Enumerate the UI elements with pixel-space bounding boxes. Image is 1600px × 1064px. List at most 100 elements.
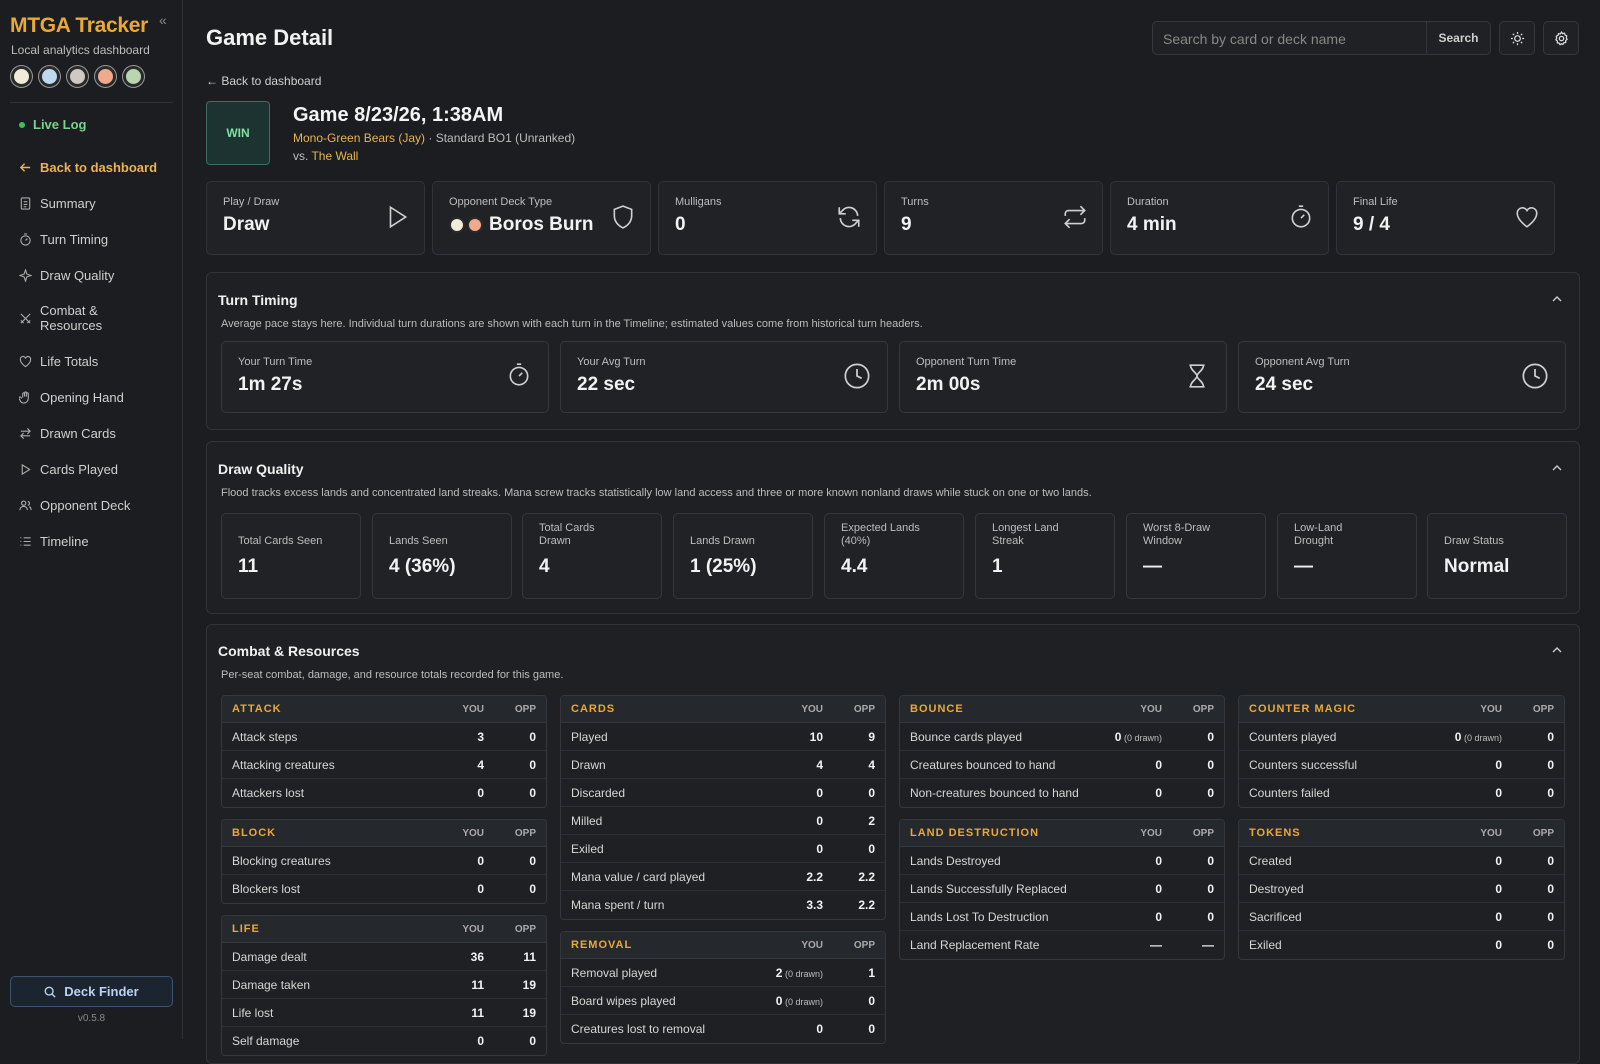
opponent-name-link[interactable]: The Wall bbox=[311, 149, 358, 163]
play-icon bbox=[389, 205, 408, 229]
game-format: · Standard BO1 (Unranked) bbox=[425, 131, 576, 145]
row-label: Sacrificed bbox=[1249, 909, 1302, 924]
table-row: Lands Destroyed 0 0 bbox=[900, 847, 1224, 875]
search-button[interactable]: Search bbox=[1426, 22, 1490, 54]
draw-value: 11 bbox=[238, 556, 259, 577]
clock-icon bbox=[844, 363, 870, 389]
table-title: CARDS bbox=[571, 703, 616, 715]
you-value: 0 bbox=[771, 842, 823, 856]
repeat-icon bbox=[1064, 205, 1086, 229]
draw-label: Low-Land Drought bbox=[1294, 522, 1343, 547]
table-row: Damage taken 11 19 bbox=[222, 971, 546, 999]
sidebar-item-combat[interactable]: Combat & Resources bbox=[19, 303, 179, 333]
collapse-sidebar-button[interactable]: « bbox=[159, 12, 167, 28]
draw-value: 1 (25%) bbox=[690, 556, 757, 577]
drawn-note: (0 drawn) bbox=[1461, 732, 1502, 743]
opp-column-header: OPP bbox=[514, 923, 536, 935]
opp-value: 0 bbox=[1547, 881, 1554, 896]
draw-label: Total Cards Drawn bbox=[539, 522, 595, 547]
live-log-link[interactable]: Live Log bbox=[19, 117, 86, 132]
stat-value: Draw bbox=[223, 214, 270, 235]
search-bar: Search by card or deck name Search bbox=[1152, 21, 1491, 55]
stopwatch-icon bbox=[509, 363, 529, 386]
combat-description: Per-seat combat, damage, and resource to… bbox=[221, 669, 564, 681]
draw-value: — bbox=[1294, 556, 1313, 577]
turn-timing-panel: Turn Timing Average pace stays here. Ind… bbox=[206, 272, 1580, 430]
table-row: Non-creatures bounced to hand 0 0 bbox=[900, 779, 1224, 807]
red-mana-icon bbox=[95, 66, 116, 87]
you-value: 0 bbox=[1450, 882, 1502, 896]
opp-value: 0 bbox=[529, 882, 536, 896]
opp-value: 0 bbox=[868, 785, 875, 800]
sidebar-item-label: Back to dashboard bbox=[40, 160, 158, 175]
you-column-header: YOU bbox=[801, 703, 823, 715]
sidebar-item-cards-played[interactable]: Cards Played bbox=[19, 462, 179, 477]
row-label: Damage taken bbox=[232, 977, 311, 992]
row-label: Mana value / card played bbox=[571, 869, 706, 884]
table-row: Discarded 0 0 bbox=[561, 779, 885, 807]
draw-label: Draw Status bbox=[1444, 535, 1504, 547]
draw-card: Lands Drawn 1 (25%) bbox=[673, 513, 813, 599]
bounce-table: BOUNCE YOU OPP Bounce cards played 0 (0 draw… bbox=[899, 695, 1225, 808]
back-to-dashboard-link[interactable]: ← Back to dashboard bbox=[206, 74, 321, 88]
sidebar-item-drawn-cards[interactable]: Drawn Cards bbox=[19, 426, 179, 441]
sidebar-item-summary[interactable]: Summary bbox=[19, 196, 179, 211]
deck-finder-button[interactable]: Deck Finder bbox=[10, 976, 173, 1007]
sidebar-item-label: Cards Played bbox=[40, 462, 119, 477]
sidebar-item-turn-timing[interactable]: Turn Timing bbox=[19, 232, 179, 247]
sidebar-item-draw-quality[interactable]: Draw Quality bbox=[19, 268, 179, 283]
you-number: 0 bbox=[1495, 853, 1502, 868]
you-value: 0 bbox=[1110, 786, 1162, 800]
sidebar-item-opening-hand[interactable]: Opening Hand bbox=[19, 390, 179, 405]
draw-quality-title: Draw Quality bbox=[218, 461, 304, 477]
opp-value: 0 bbox=[868, 1022, 875, 1036]
sidebar-item-timeline[interactable]: Timeline bbox=[19, 534, 179, 549]
opp-value: 0 bbox=[868, 841, 875, 856]
game-opponent: vs. The Wall bbox=[293, 149, 358, 163]
app-version: v0.5.8 bbox=[77, 1013, 106, 1024]
stat-card-mulligans: Mulligans 0 bbox=[658, 181, 877, 255]
stat-label: Play / Draw bbox=[223, 196, 280, 208]
main-content: Game Detail Search by card or deck name … bbox=[183, 0, 1600, 1064]
deck-name-link[interactable]: Mono-Green Bears (Jay) bbox=[293, 131, 425, 145]
opp-value: 1 bbox=[868, 965, 875, 980]
you-column-header: YOU bbox=[462, 703, 484, 715]
row-label: Mana spent / turn bbox=[571, 898, 665, 912]
draw-quality-description: Flood tracks excess lands and concentrat… bbox=[221, 487, 1092, 499]
theme-toggle-button[interactable] bbox=[1499, 21, 1535, 55]
settings-button[interactable] bbox=[1543, 21, 1579, 55]
stat-card-play-draw: Play / Draw Draw bbox=[206, 181, 425, 255]
opp-value: 0 bbox=[1547, 909, 1554, 924]
draw-value: — bbox=[1143, 556, 1162, 577]
sidebar-item-life-totals[interactable]: Life Totals bbox=[19, 354, 179, 369]
sidebar-item-label: Timeline bbox=[40, 534, 89, 549]
search-input[interactable]: Search by card or deck name bbox=[1153, 22, 1426, 54]
opp-value: 0 bbox=[1547, 757, 1554, 772]
row-label: Creatures lost to removal bbox=[571, 1022, 706, 1036]
draw-card: Total Cards Seen 11 bbox=[221, 513, 361, 599]
sidebar-item-back[interactable]: Back to dashboard bbox=[19, 160, 179, 175]
row-label: Counters failed bbox=[1249, 786, 1330, 800]
timing-label: Your Avg Turn bbox=[577, 356, 646, 368]
chevron-up-icon[interactable] bbox=[1551, 293, 1563, 305]
sidebar-item-opponent-deck[interactable]: Opponent Deck bbox=[19, 498, 179, 513]
gear-icon bbox=[1554, 30, 1568, 46]
row-label: Bounce cards played bbox=[910, 729, 1023, 744]
chevron-up-icon[interactable] bbox=[1551, 644, 1563, 656]
stat-value-row: Boros Burn bbox=[449, 214, 594, 236]
sidebar-item-label: Opening Hand bbox=[40, 390, 124, 405]
draw-card: Draw Status Normal bbox=[1427, 513, 1567, 599]
hourglass-icon bbox=[1189, 364, 1205, 388]
table-row: Board wipes played 0 (0 drawn) 0 bbox=[561, 987, 885, 1015]
you-number: 4 bbox=[816, 757, 823, 772]
block-table: BLOCK YOU OPP Blocking creatures 0 0 Blockers … bbox=[221, 819, 547, 904]
you-column-header: YOU bbox=[1140, 703, 1162, 715]
opp-column-header: OPP bbox=[514, 703, 536, 715]
tokens-table: TOKENS YOU OPP Created 0 0 Destroyed 0 0 Sacrific… bbox=[1238, 819, 1565, 960]
chevron-up-icon[interactable] bbox=[1551, 462, 1563, 474]
attack-table: ATTACK YOU OPP Attack steps 3 0 Attacking crea… bbox=[221, 695, 547, 808]
you-number: 10 bbox=[809, 729, 823, 744]
draw-quality-panel: Draw Quality Flood tracks excess lands a… bbox=[206, 441, 1580, 614]
you-value: 10 bbox=[771, 730, 823, 744]
timing-value: 24 sec bbox=[1255, 374, 1314, 395]
